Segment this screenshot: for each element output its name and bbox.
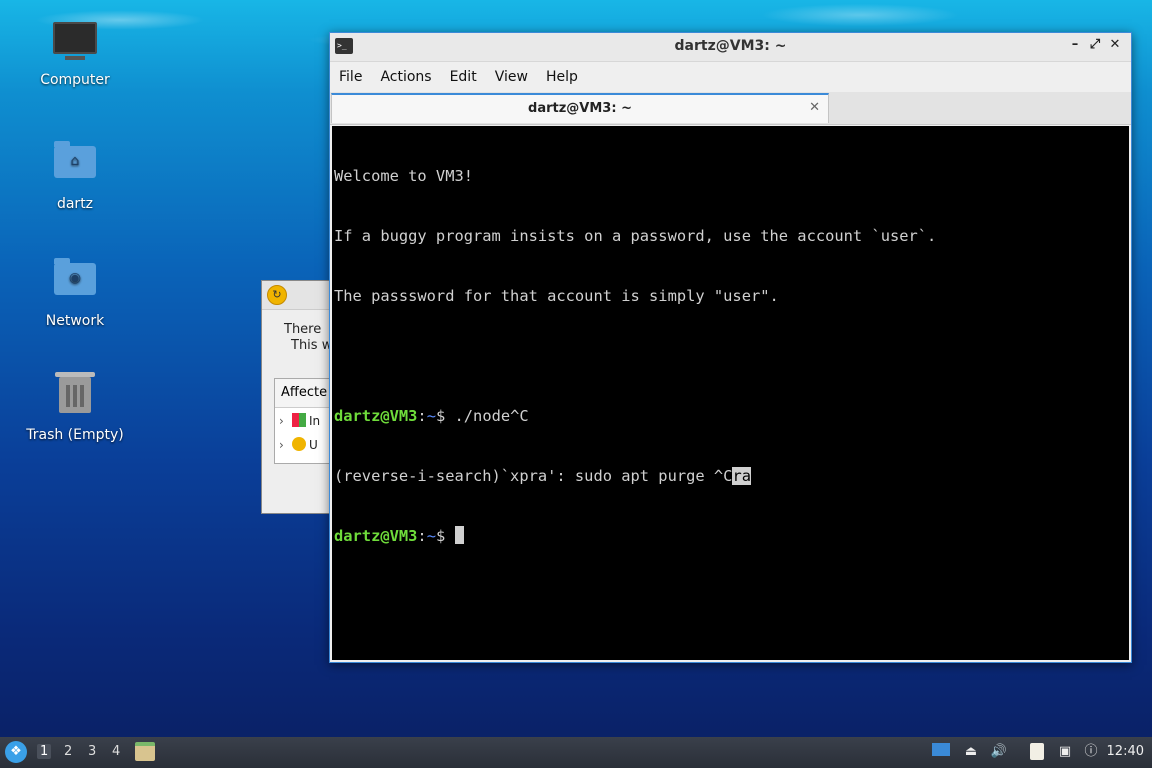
monitor-icon <box>53 22 97 66</box>
prompt-user: dartz@VM3 <box>334 527 418 545</box>
taskbar: ❖ 1 2 3 4 ⏏ 🔊 ▣ ⓘ 12:40 <box>0 737 1152 768</box>
affected-row-label: In <box>309 414 321 428</box>
search-text: (reverse-i-search)`xpra': sudo apt purge… <box>334 467 733 485</box>
desktop-icon-computer[interactable]: Computer <box>20 22 130 88</box>
maximize-button[interactable]: ⤢ <box>1085 37 1105 52</box>
prompt-sep: : <box>417 407 427 425</box>
command-text: ./node^C <box>454 407 529 425</box>
terminal-prompt-line: dartz@VM3:~$ <box>334 526 1127 546</box>
desktop-icon-label: Trash (Empty) <box>26 427 124 443</box>
menu-file[interactable]: File <box>330 62 371 92</box>
terminal-line: If a buggy program insists on a password… <box>334 227 937 245</box>
terminal-prompt-line: dartz@VM3:~$ ./node^C <box>334 406 1127 426</box>
close-button[interactable]: ✕ <box>1105 37 1125 52</box>
menubar: File Actions Edit View Help <box>330 62 1131 92</box>
show-desktop-icon[interactable] <box>932 743 950 761</box>
menu-help[interactable]: Help <box>537 62 587 92</box>
workspace-4[interactable]: 4 <box>112 744 120 759</box>
clock[interactable]: 12:40 <box>1107 744 1144 759</box>
prompt-end: $ <box>435 527 455 545</box>
prompt-path: ~ <box>426 527 436 545</box>
update-icon <box>292 437 306 451</box>
window-title: dartz@VM3: ~ <box>674 38 787 54</box>
workspace-2[interactable]: 2 <box>64 744 72 759</box>
update-icon: ↻ <box>267 285 287 305</box>
tab-label: dartz@VM3: ~ <box>528 101 632 116</box>
package-install-icon <box>292 413 306 427</box>
desktop-icon-label: dartz <box>56 196 94 212</box>
menu-actions[interactable]: Actions <box>371 62 440 92</box>
desktop-icon-home[interactable]: ⌂ dartz <box>20 140 130 212</box>
affected-row-label: U <box>309 438 318 452</box>
desktop-icon-network[interactable]: ◉ Network <box>20 257 130 329</box>
prompt-end: $ <box>435 407 455 425</box>
volume-icon[interactable]: 🔊 <box>990 743 1008 761</box>
terminal-line: Welcome to VM3! <box>334 167 473 185</box>
terminal-output[interactable]: Welcome to VM3! If a buggy program insis… <box>332 126 1129 660</box>
network-folder-icon: ◉ <box>53 258 97 307</box>
menu-edit[interactable]: Edit <box>441 62 486 92</box>
window-titlebar[interactable]: >_ dartz@VM3: ~ – ⤢ ✕ <box>330 33 1131 62</box>
desktop-icon-label: Computer <box>40 72 110 88</box>
start-menu-icon[interactable]: ❖ <box>5 741 27 763</box>
chevron-right-icon[interactable]: › <box>279 414 289 428</box>
terminal-line: The passsword for that account is simply… <box>334 287 779 305</box>
workspace-3[interactable]: 3 <box>88 744 96 759</box>
chevron-right-icon[interactable]: › <box>279 438 289 452</box>
dialog-message: There <box>284 322 322 337</box>
minimize-button[interactable]: – <box>1065 37 1085 52</box>
trash-icon <box>53 372 97 421</box>
terminal-window[interactable]: >_ dartz@VM3: ~ – ⤢ ✕ File Actions Edit View H… <box>329 32 1132 663</box>
notification-icon[interactable]: ⓘ <box>1082 743 1100 761</box>
eject-icon[interactable]: ⏏ <box>962 743 980 761</box>
file-manager-icon[interactable] <box>135 742 155 761</box>
desktop-icon-label: Network <box>45 313 105 329</box>
prompt-sep: : <box>417 527 427 545</box>
terminal-search-line: (reverse-i-search)`xpra': sudo apt purge… <box>334 466 1127 486</box>
tab-bar: dartz@VM3: ~ ✕ <box>330 92 1131 125</box>
workspace-1[interactable]: 1 <box>37 744 52 759</box>
prompt-path: ~ <box>426 407 436 425</box>
terminal-tab[interactable]: dartz@VM3: ~ ✕ <box>331 93 829 123</box>
dialog-submessage: This w <box>291 338 333 353</box>
home-folder-icon: ⌂ <box>53 141 97 190</box>
desktop-icon-trash[interactable]: Trash (Empty) <box>20 372 130 443</box>
clipboard-icon[interactable] <box>1028 743 1046 761</box>
text-cursor <box>454 526 464 544</box>
menu-view[interactable]: View <box>486 62 537 92</box>
network-wired-icon[interactable]: ▣ <box>1056 743 1074 761</box>
tab-close-icon[interactable]: ✕ <box>809 100 820 115</box>
affected-row-install[interactable]: › In <box>279 413 320 428</box>
prompt-user: dartz@VM3 <box>334 407 418 425</box>
affected-row-update[interactable]: › U <box>279 437 318 452</box>
search-match: ra <box>732 467 751 485</box>
